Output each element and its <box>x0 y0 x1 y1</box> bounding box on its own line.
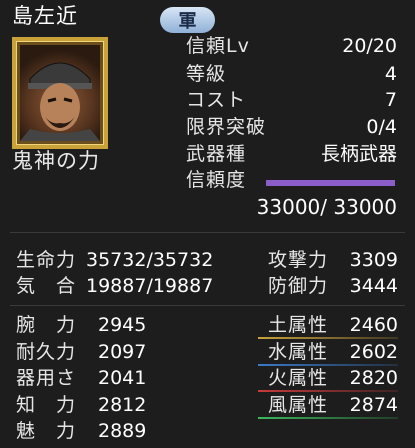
earth-attribute-label: 土属性 <box>268 314 329 336</box>
divider <box>10 232 405 233</box>
hp-value: 35732/35732 <box>86 249 214 271</box>
weapon-type-label: 武器種 <box>186 143 247 165</box>
strength-value: 2945 <box>98 314 147 336</box>
cost-label: コスト <box>186 89 247 111</box>
spirit-label: 気 合 <box>16 275 77 297</box>
earth-attribute-value: 2460 <box>349 314 398 336</box>
attack-label: 攻撃力 <box>268 249 329 271</box>
wind-attribute-value: 2874 <box>349 394 398 416</box>
water-attribute-label: 水属性 <box>268 341 329 363</box>
earth-attribute-underline <box>258 337 398 339</box>
defense-value: 3444 <box>349 275 398 297</box>
trust-label: 信頼度 <box>186 169 247 191</box>
dexterity-value: 2041 <box>98 367 147 389</box>
trust-level-value: 20/20 <box>342 35 397 57</box>
portrait-image <box>20 45 100 141</box>
charisma-value: 2889 <box>98 420 147 442</box>
spirit-value: 19887/19887 <box>86 275 214 297</box>
defense-label: 防御力 <box>268 275 329 297</box>
fire-attribute-label: 火属性 <box>268 367 329 389</box>
cost-value: 7 <box>384 89 397 111</box>
attack-value: 3309 <box>349 249 398 271</box>
endurance-label: 耐久力 <box>16 341 77 363</box>
grade-label: 等級 <box>186 63 227 85</box>
wind-attribute-label: 風属性 <box>268 394 329 416</box>
charisma-label: 魅 力 <box>16 420 77 442</box>
wind-attribute-underline <box>258 417 398 419</box>
trust-value: 33000/ 33000 <box>256 195 397 219</box>
strength-label: 腕 力 <box>16 314 77 336</box>
water-attribute-value: 2602 <box>349 341 398 363</box>
water-attribute-underline <box>258 364 398 366</box>
trust-bar-fill <box>266 180 395 186</box>
fire-attribute-value: 2820 <box>349 367 398 389</box>
trust-bar <box>266 180 395 186</box>
limit-break-value: 0/4 <box>366 116 397 138</box>
dexterity-label: 器用さ <box>16 367 77 389</box>
intelligence-label: 知 力 <box>16 394 77 416</box>
skill-name: 鬼神の力 <box>12 149 100 173</box>
divider <box>10 305 405 306</box>
hp-label: 生命力 <box>16 249 77 271</box>
character-name: 島左近 <box>12 4 78 28</box>
fire-attribute-underline <box>258 390 398 392</box>
character-portrait[interactable] <box>12 37 108 149</box>
limit-break-label: 限界突破 <box>186 116 267 138</box>
grade-value: 4 <box>384 63 397 85</box>
army-badge[interactable]: 軍 <box>160 7 215 33</box>
endurance-value: 2097 <box>98 341 147 363</box>
trust-level-label: 信頼Lv <box>186 35 250 57</box>
weapon-type-value: 長柄武器 <box>320 143 397 165</box>
intelligence-value: 2812 <box>98 394 147 416</box>
